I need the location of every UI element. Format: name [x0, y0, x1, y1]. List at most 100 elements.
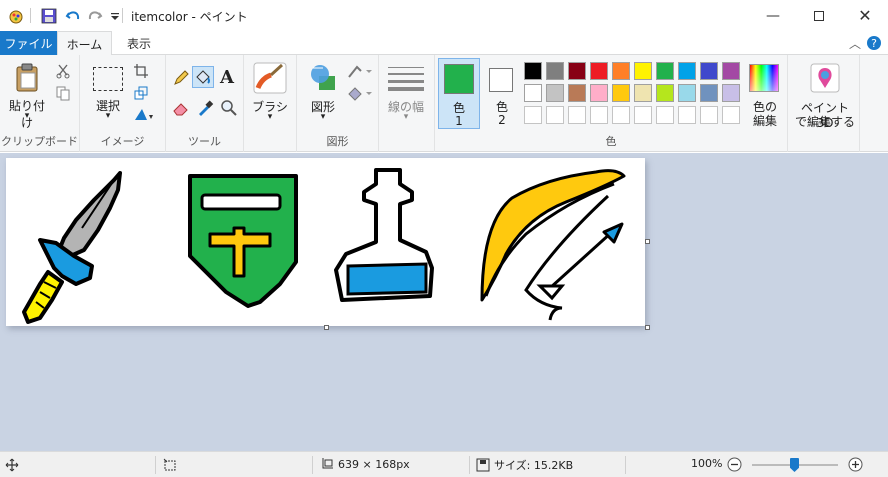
select-icon — [93, 67, 123, 91]
palette-color-swatch[interactable] — [546, 62, 564, 80]
tab-view[interactable]: 表示 — [117, 31, 161, 55]
redo-icon[interactable] — [86, 7, 104, 25]
resize-handle-right[interactable] — [645, 239, 650, 244]
copy-icon[interactable] — [55, 85, 71, 101]
title-bar: itemcolor - ペイント — ✕ — [0, 0, 888, 31]
zoom-out-icon[interactable] — [727, 457, 742, 472]
custom-color-slot[interactable] — [678, 106, 696, 124]
ribbon: 貼り付け ▾ クリップボード 選択 ▾ イメージ A ツール ブラシ ▾ 図形 … — [0, 55, 888, 152]
palette-color-swatch[interactable] — [678, 62, 696, 80]
custom-color-slot[interactable] — [634, 106, 652, 124]
tools-group-label: ツール — [188, 135, 221, 148]
custom-color-slot[interactable] — [656, 106, 674, 124]
minimize-button[interactable]: — — [750, 0, 796, 31]
palette-color-swatch[interactable] — [678, 84, 696, 102]
resize-handle-bottom[interactable] — [324, 325, 329, 330]
outline-icon[interactable] — [347, 63, 373, 79]
save-icon[interactable] — [40, 7, 58, 25]
custom-color-slot[interactable] — [700, 106, 718, 124]
cut-icon[interactable] — [55, 63, 71, 79]
clipboard-group-label: クリップボード — [1, 135, 78, 148]
tab-home[interactable]: ホーム — [57, 31, 112, 56]
collapse-ribbon-icon[interactable]: ︿ — [849, 35, 861, 52]
colors-group: 色 1 色 2 色の 編集 色 — [435, 55, 788, 152]
palette-color-swatch[interactable] — [524, 62, 542, 80]
size-button[interactable]: 線の幅 ▾ — [382, 59, 430, 129]
zoom-in-icon[interactable] — [848, 457, 863, 472]
window-title: itemcolor - ペイント — [131, 10, 248, 24]
edit-with-paint3d-button[interactable]: ペイント 3D で編集する — [792, 59, 858, 131]
select-button[interactable]: 選択 ▾ — [86, 59, 130, 129]
size-dropdown-icon[interactable]: ▾ — [382, 112, 430, 122]
palette-color-swatch[interactable] — [700, 84, 718, 102]
palette-color-swatch[interactable] — [722, 84, 740, 102]
palette-color-swatch[interactable] — [700, 62, 718, 80]
shapes-dropdown-icon[interactable]: ▾ — [301, 112, 345, 122]
pencil-icon[interactable] — [172, 69, 190, 87]
custom-color-slot[interactable] — [546, 106, 564, 124]
palette-color-swatch[interactable] — [634, 84, 652, 102]
image-group-label: イメージ — [100, 135, 145, 148]
edit-colors-label-2: 編集 — [752, 114, 777, 128]
bow-drawing — [480, 169, 626, 321]
zoom-slider-thumb[interactable] — [790, 458, 799, 472]
paste-dropdown-icon[interactable]: ▾ — [4, 111, 50, 121]
custom-color-slot[interactable] — [722, 106, 740, 124]
palette-color-swatch[interactable] — [590, 62, 608, 80]
drawing — [22, 168, 626, 324]
shapes-group-label: 図形 — [326, 135, 349, 148]
magnifier-icon[interactable] — [220, 99, 238, 117]
brush-button[interactable]: ブラシ ▾ — [248, 59, 292, 129]
color1-number: 1 — [455, 114, 463, 128]
selection-size-icon — [163, 458, 176, 471]
sword-drawing — [22, 171, 122, 324]
palette-color-swatch[interactable] — [634, 62, 652, 80]
close-button[interactable]: ✕ — [842, 0, 888, 31]
palette-color-swatch[interactable] — [656, 62, 674, 80]
shapes-button[interactable]: 図形 ▾ — [301, 59, 345, 129]
eraser-icon[interactable] — [172, 99, 190, 117]
palette-color-swatch[interactable] — [568, 62, 586, 80]
drawing-canvas[interactable] — [6, 158, 645, 326]
zoom-level: 100% — [691, 457, 723, 470]
minimize-icon: — — [766, 7, 780, 24]
fill-button[interactable] — [192, 66, 214, 88]
undo-icon[interactable] — [64, 7, 82, 25]
custom-color-slot[interactable] — [612, 106, 630, 124]
brush-dropdown-icon[interactable]: ▾ — [248, 112, 292, 122]
tab-file[interactable]: ファイル — [0, 31, 57, 55]
shield-drawing — [188, 174, 298, 308]
crop-icon[interactable] — [133, 63, 149, 79]
palette-color-swatch[interactable] — [722, 62, 740, 80]
custom-color-slot[interactable] — [568, 106, 586, 124]
color1-button[interactable]: 色 1 — [438, 58, 480, 129]
color-picker-icon[interactable] — [196, 99, 214, 117]
colors-group-label: 色 — [605, 135, 617, 148]
fill-bucket-icon — [196, 70, 210, 84]
maximize-button[interactable] — [796, 0, 842, 31]
color2-button[interactable]: 色 2 — [482, 58, 522, 129]
resize-icon[interactable] — [133, 85, 149, 101]
palette-color-swatch[interactable] — [612, 84, 630, 102]
palette-color-swatch[interactable] — [590, 84, 608, 102]
zoom-slider[interactable] — [752, 458, 838, 472]
custom-color-slot[interactable] — [590, 106, 608, 124]
fill-shape-icon[interactable] — [347, 85, 373, 101]
status-bar: 639 × 168px サイズ: 15.2KB 100% — [0, 451, 888, 477]
palette-color-swatch[interactable] — [524, 84, 542, 102]
palette-color-swatch[interactable] — [612, 62, 630, 80]
resize-handle-corner[interactable] — [645, 325, 650, 330]
help-icon[interactable]: ? — [866, 35, 882, 51]
rotate-icon[interactable] — [133, 106, 155, 122]
text-tool-icon[interactable]: A — [220, 67, 234, 88]
palette-color-swatch[interactable] — [656, 84, 674, 102]
custom-color-slot[interactable] — [524, 106, 542, 124]
paint3d-group: ペイント 3D で編集する — [790, 55, 860, 152]
edit-colors-button[interactable]: 色の 編集 — [743, 59, 787, 129]
paste-button[interactable]: 貼り付け ▾ — [4, 59, 50, 130]
palette-color-swatch[interactable] — [568, 84, 586, 102]
image-group: 選択 ▾ イメージ — [80, 55, 166, 152]
canvas-area[interactable] — [0, 153, 888, 451]
select-dropdown-icon[interactable]: ▾ — [86, 111, 130, 121]
palette-color-swatch[interactable] — [546, 84, 564, 102]
